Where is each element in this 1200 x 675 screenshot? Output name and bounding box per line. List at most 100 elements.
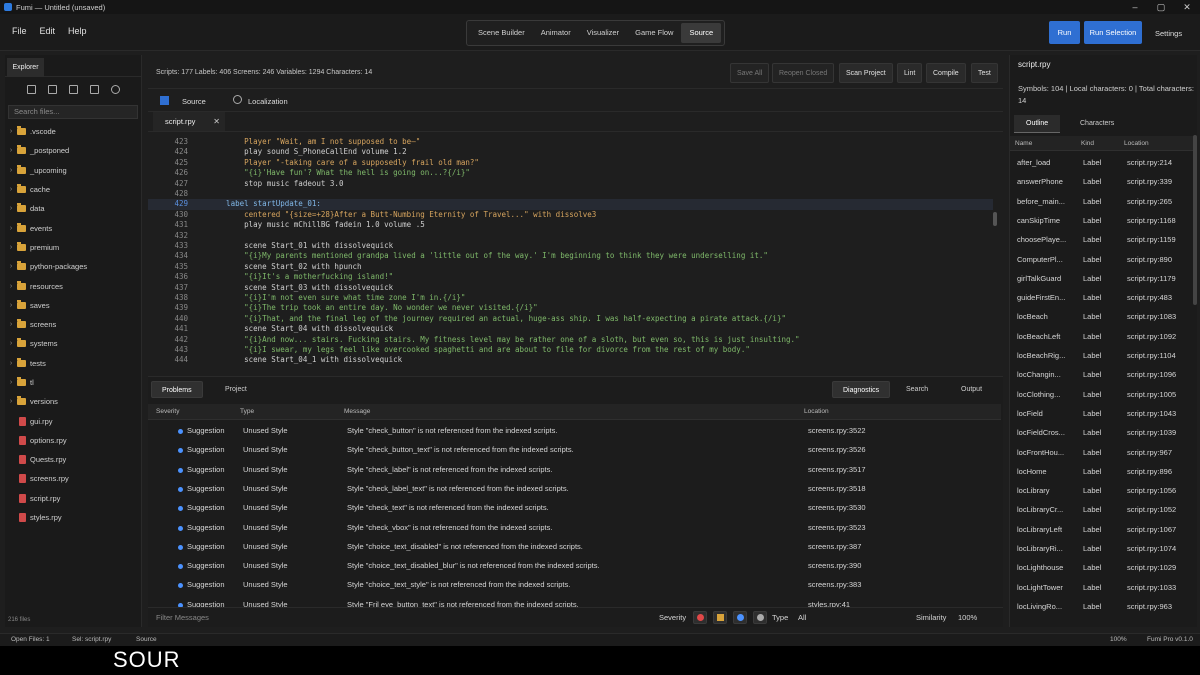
settings-button[interactable]: Settings: [1155, 29, 1182, 38]
folder-item[interactable]: › screens: [5, 315, 141, 334]
folder-item[interactable]: › python-packages: [5, 257, 141, 276]
test-button[interactable]: Test: [971, 63, 998, 83]
new-folder-icon[interactable]: [48, 85, 57, 94]
outline-row[interactable]: locBeachLeft Label script.rpy:1092: [1010, 327, 1196, 346]
problem-location[interactable]: screens.rpy:3526: [808, 445, 866, 454]
outline-row[interactable]: guideFirstEn... Label script.rpy:483: [1010, 288, 1196, 307]
file-search-input[interactable]: Search files...: [8, 105, 138, 119]
file-item[interactable]: options.rpy: [5, 431, 141, 450]
folder-item[interactable]: › premium: [5, 238, 141, 257]
outline-row[interactable]: locLivingRo... Label script.rpy:963: [1010, 597, 1196, 616]
col-message[interactable]: Message: [344, 408, 370, 415]
mode-visualizer[interactable]: Visualizer: [579, 23, 627, 43]
folder-item[interactable]: › tests: [5, 354, 141, 373]
type-filter-select[interactable]: All: [798, 613, 806, 622]
file-item[interactable]: gui.rpy: [5, 411, 141, 430]
tab-explorer[interactable]: Explorer: [7, 58, 44, 77]
problem-location[interactable]: styles.rpy:41: [808, 600, 850, 607]
tab-source[interactable]: Source: [182, 97, 206, 106]
col-name[interactable]: Name: [1015, 140, 1032, 147]
run-button[interactable]: Run: [1049, 21, 1080, 44]
file-item[interactable]: styles.rpy: [5, 508, 141, 527]
folder-item[interactable]: › _postponed: [5, 141, 141, 160]
suggestion-filter-toggle[interactable]: [753, 611, 767, 624]
col-type[interactable]: Type: [240, 408, 254, 415]
outline-row[interactable]: canSkipTime Label script.rpy:1168: [1010, 211, 1196, 230]
folder-item[interactable]: › systems: [5, 334, 141, 353]
outline-row[interactable]: locHome Label script.rpy:896: [1010, 462, 1196, 481]
error-filter-toggle[interactable]: [693, 611, 707, 624]
reopen-closed-button[interactable]: Reopen Closed: [772, 63, 835, 83]
folder-item[interactable]: › _upcoming: [5, 161, 141, 180]
run-selection-button[interactable]: Run Selection: [1084, 21, 1142, 44]
outline-row[interactable]: locLibrary Label script.rpy:1056: [1010, 481, 1196, 500]
problem-row[interactable]: Suggestion Unused Style Style "check_butto…: [148, 440, 993, 459]
col-severity[interactable]: Severity: [156, 408, 179, 415]
outline-row[interactable]: locLibraryCr... Label script.rpy:1052: [1010, 500, 1196, 519]
close-tab-icon[interactable]: ✕: [213, 112, 220, 131]
maximize-button[interactable]: ▢: [1148, 0, 1174, 14]
folder-item[interactable]: › versions: [5, 392, 141, 411]
similarity-value[interactable]: 100%: [958, 613, 977, 622]
tab-outline[interactable]: Outline: [1014, 115, 1061, 133]
file-item[interactable]: script.rpy: [5, 489, 141, 508]
minimize-button[interactable]: –: [1122, 0, 1148, 14]
folder-item[interactable]: › saves: [5, 296, 141, 315]
menu-file[interactable]: File: [12, 26, 27, 36]
tab-search[interactable]: Search: [896, 381, 938, 398]
mode-game-flow[interactable]: Game Flow: [627, 23, 681, 43]
problem-row[interactable]: Suggestion Unused Style Style "Fril eye_bu…: [148, 595, 993, 607]
col-outline-location[interactable]: Location: [1124, 140, 1149, 147]
outline-row[interactable]: girlTalkGuard Label script.rpy:1179: [1010, 269, 1196, 288]
new-file-icon[interactable]: [27, 85, 36, 94]
problem-location[interactable]: screens.rpy:3523: [808, 523, 866, 532]
file-item[interactable]: Quests.rpy: [5, 450, 141, 469]
folder-item[interactable]: › data: [5, 199, 141, 218]
outline-row[interactable]: locLibraryRi... Label script.rpy:1074: [1010, 539, 1196, 558]
outline-row[interactable]: locLibraryLeft Label script.rpy:1067: [1010, 520, 1196, 539]
menu-help[interactable]: Help: [68, 26, 87, 36]
compile-button[interactable]: Compile: [926, 63, 966, 83]
problem-location[interactable]: screens.rpy:387: [808, 542, 861, 551]
outline-row[interactable]: locBeach Label script.rpy:1083: [1010, 307, 1196, 326]
tab-characters[interactable]: Characters: [1068, 115, 1126, 133]
collapse-icon[interactable]: [69, 85, 78, 94]
warning-filter-toggle[interactable]: [713, 611, 727, 624]
outline-row[interactable]: locChangin... Label script.rpy:1096: [1010, 365, 1196, 384]
tab-diagnostics[interactable]: Diagnostics: [832, 381, 891, 398]
outline-row[interactable]: choosePlaye... Label script.rpy:1159: [1010, 230, 1196, 249]
tab-output[interactable]: Output: [951, 381, 992, 398]
outline-row[interactable]: locBeachRig... Label script.rpy:1104: [1010, 346, 1196, 365]
outline-scrollbar[interactable]: [1193, 135, 1197, 305]
problem-row[interactable]: Suggestion Unused Style Style "check_vbox"…: [148, 518, 993, 537]
problem-row[interactable]: Suggestion Unused Style Style "check_label…: [148, 460, 993, 479]
outline-row[interactable]: locField Label script.rpy:1043: [1010, 404, 1196, 423]
outline-row[interactable]: ComputerPl... Label script.rpy:890: [1010, 250, 1196, 269]
outline-row[interactable]: locLighthouse Label script.rpy:1029: [1010, 558, 1196, 577]
problem-location[interactable]: screens.rpy:383: [808, 580, 861, 589]
outline-row[interactable]: after_load Label script.rpy:214: [1010, 153, 1196, 172]
problem-row[interactable]: Suggestion Unused Style Style "check_text"…: [148, 498, 993, 517]
problem-row[interactable]: Suggestion Unused Style Style "choice_text…: [148, 537, 993, 556]
problem-location[interactable]: screens.rpy:3517: [808, 465, 866, 474]
scan-project-button[interactable]: Scan Project: [839, 63, 893, 83]
outline-row[interactable]: locClothing... Label script.rpy:1005: [1010, 385, 1196, 404]
menu-edit[interactable]: Edit: [40, 26, 56, 36]
col-location[interactable]: Location: [804, 408, 829, 415]
tab-localization[interactable]: Localization: [248, 97, 288, 106]
code-editor[interactable]: 423 Player "Wait, am I not supposed to b…: [148, 133, 1003, 371]
file-tab[interactable]: script.rpy ✕: [153, 112, 225, 131]
info-filter-toggle[interactable]: [733, 611, 747, 624]
mode-scene-builder[interactable]: Scene Builder: [470, 23, 533, 43]
lint-button[interactable]: Lint: [897, 63, 923, 83]
problem-location[interactable]: screens.rpy:390: [808, 561, 861, 570]
outline-row[interactable]: locLightTower Label script.rpy:1033: [1010, 578, 1196, 597]
mode-source[interactable]: Source: [681, 23, 722, 43]
outline-row[interactable]: locFrontHou... Label script.rpy:967: [1010, 443, 1196, 462]
filter-messages-input[interactable]: Filter Messages: [156, 613, 209, 622]
problem-location[interactable]: screens.rpy:3518: [808, 484, 866, 493]
open-folder-icon[interactable]: [90, 85, 99, 94]
col-kind[interactable]: Kind: [1081, 140, 1094, 147]
problem-row[interactable]: Suggestion Unused Style Style "choice_text…: [148, 575, 993, 594]
mode-animator[interactable]: Animator: [533, 23, 579, 43]
